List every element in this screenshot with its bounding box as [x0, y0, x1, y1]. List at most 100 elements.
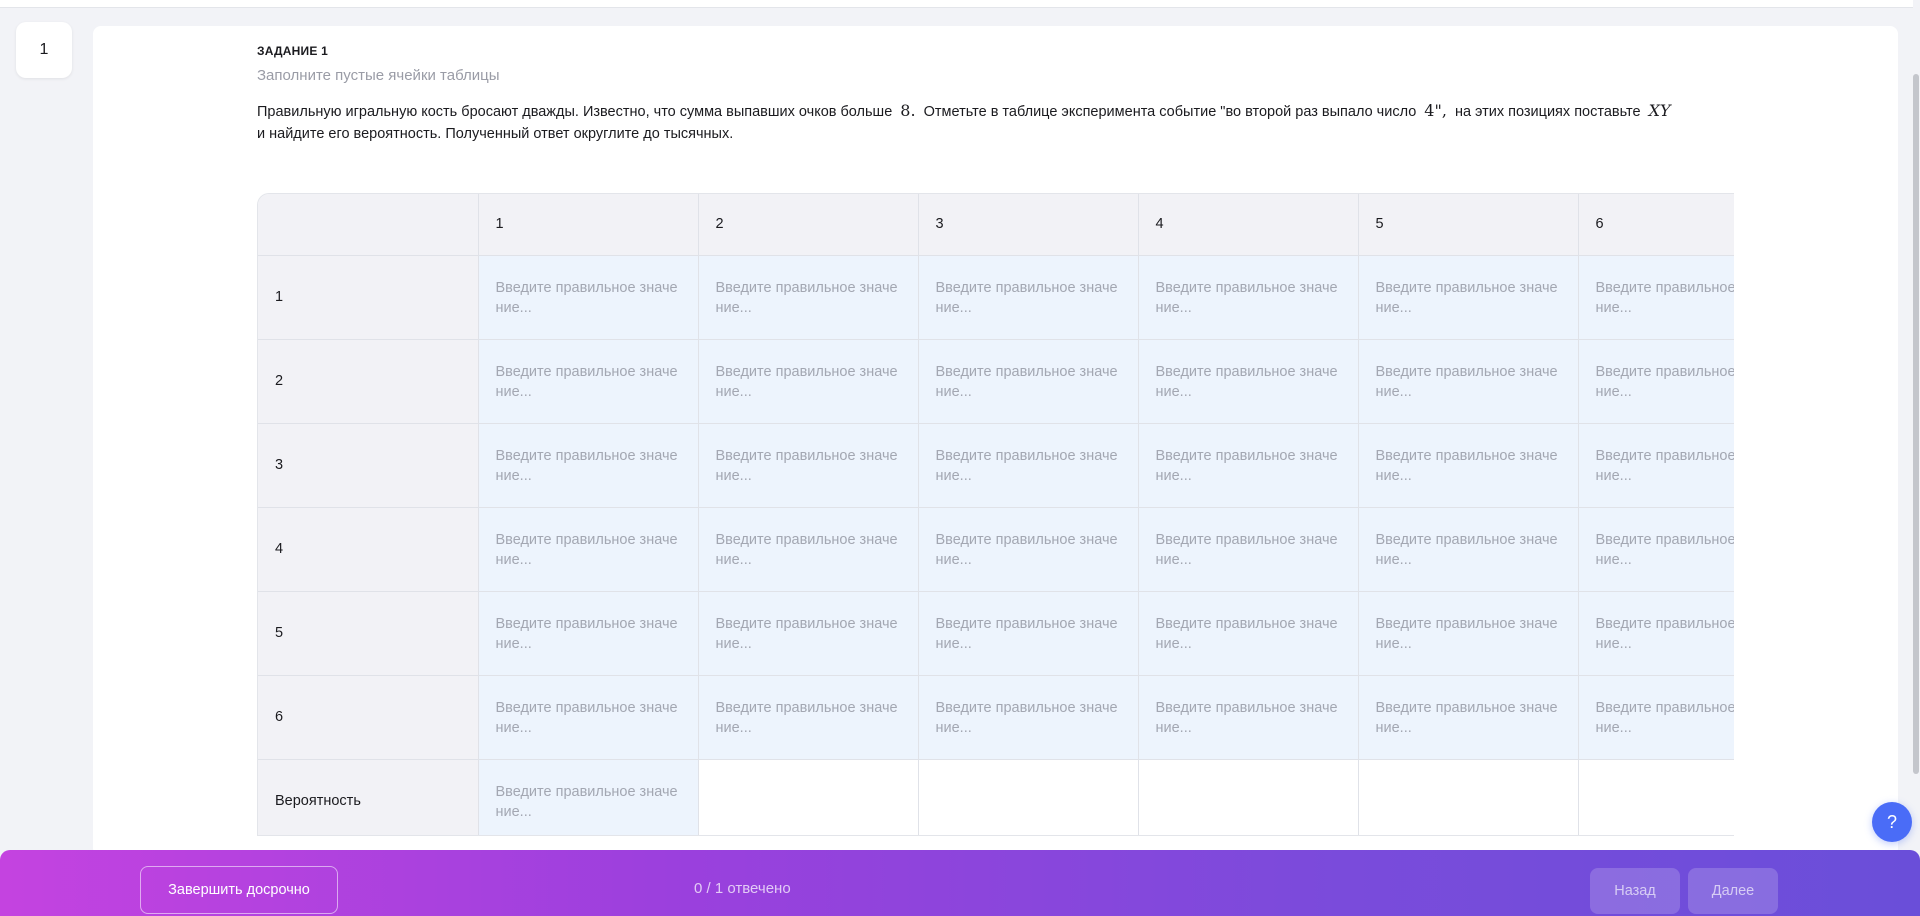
cell-input[interactable]	[918, 591, 1138, 675]
cell-input[interactable]	[1358, 591, 1578, 675]
table-cell	[1578, 591, 1734, 676]
cell-input[interactable]	[1578, 675, 1734, 759]
probability-row: Вероятность	[258, 759, 1734, 835]
table-cell	[698, 675, 919, 760]
table-cell	[478, 255, 699, 340]
answered-status: 0 / 1 отвечено	[694, 880, 791, 897]
cell-input[interactable]	[1138, 339, 1358, 423]
table-cell	[918, 339, 1139, 424]
table-cell	[1358, 675, 1579, 760]
table-cell	[1138, 339, 1359, 424]
cell-input[interactable]	[1578, 507, 1734, 591]
task-subtitle: Заполните пустые ячейки таблицы	[257, 67, 500, 84]
cell-input[interactable]	[918, 423, 1138, 507]
table-cell	[698, 423, 919, 508]
help-button[interactable]: ?	[1872, 802, 1912, 842]
cell-input[interactable]	[918, 675, 1138, 759]
table-row: 2	[258, 339, 1734, 424]
cell-input[interactable]	[1578, 591, 1734, 675]
empty-cell	[1138, 759, 1359, 835]
cell-input[interactable]	[698, 255, 918, 339]
scrollbar-thumb[interactable]	[1913, 74, 1919, 774]
table-cell	[698, 591, 919, 676]
table-cell	[1138, 675, 1359, 760]
table-cell	[1358, 423, 1579, 508]
cell-input[interactable]	[1138, 255, 1358, 339]
cell-input[interactable]	[1138, 675, 1358, 759]
table-cell	[918, 423, 1139, 508]
cell-input[interactable]	[478, 507, 698, 591]
table-cell	[1578, 255, 1734, 340]
column-header: 6	[1578, 194, 1734, 256]
math-mark: XY	[1648, 101, 1671, 120]
table-cell	[478, 591, 699, 676]
table-header-row: 1 2 3 4 5 6	[258, 194, 1734, 256]
cell-input[interactable]	[918, 507, 1138, 591]
top-strip	[0, 0, 1920, 8]
cell-input[interactable]	[478, 339, 698, 423]
cell-input[interactable]	[1578, 255, 1734, 339]
table-cell	[1138, 255, 1359, 340]
cell-input[interactable]	[1138, 507, 1358, 591]
cell-input[interactable]	[698, 507, 918, 591]
experiment-table: 1 2 3 4 5 6 1 2	[258, 194, 1734, 835]
row-label: 1	[258, 255, 479, 340]
table-row: 6	[258, 675, 1734, 760]
cell-input[interactable]	[1358, 423, 1578, 507]
table-cell	[1578, 423, 1734, 508]
task-heading: ЗАДАНИЕ 1	[257, 44, 328, 58]
cell-input[interactable]	[698, 675, 918, 759]
cell-input[interactable]	[1138, 423, 1358, 507]
cell-input[interactable]	[698, 591, 918, 675]
task-text-part1: Правильную игральную кость бросают дважд…	[257, 104, 893, 120]
cell-input[interactable]	[918, 255, 1138, 339]
probability-label: Вероятность	[258, 759, 479, 835]
empty-cell	[1358, 759, 1579, 835]
column-header: 3	[918, 194, 1139, 256]
column-header: 5	[1358, 194, 1579, 256]
cell-input[interactable]	[1358, 339, 1578, 423]
empty-cell	[918, 759, 1139, 835]
task-text-part2: Отметьте в таблице эксперимента событие …	[923, 104, 1417, 120]
task-statement: Правильную игральную кость бросают дважд…	[257, 100, 1737, 145]
question-icon: ?	[1886, 811, 1897, 832]
cell-input[interactable]	[1358, 507, 1578, 591]
cell-input[interactable]	[478, 675, 698, 759]
cell-input[interactable]	[1138, 591, 1358, 675]
column-header: 1	[478, 194, 699, 256]
cell-input[interactable]	[478, 591, 698, 675]
table-cell	[1578, 339, 1734, 424]
cell-input[interactable]	[1578, 423, 1734, 507]
row-label: 6	[258, 675, 479, 760]
table-cell	[1578, 507, 1734, 592]
back-button[interactable]: Назад	[1590, 868, 1680, 914]
cell-input[interactable]	[1578, 339, 1734, 423]
table-corner-cell	[258, 194, 479, 256]
table-cell	[1358, 591, 1579, 676]
task-nav-item-1[interactable]: 1	[16, 22, 72, 78]
cell-input[interactable]	[698, 423, 918, 507]
probability-input[interactable]	[478, 759, 698, 835]
table-cell	[918, 675, 1139, 760]
row-label: 4	[258, 507, 479, 592]
table-row: 1	[258, 255, 1734, 340]
table-cell	[1138, 591, 1359, 676]
bottom-action-bar: Завершить досрочно 0 / 1 отвечено Назад …	[0, 850, 1920, 916]
cell-input[interactable]	[478, 423, 698, 507]
cell-input[interactable]	[918, 339, 1138, 423]
cell-input[interactable]	[1358, 255, 1578, 339]
row-label: 5	[258, 591, 479, 676]
table-cell	[698, 507, 919, 592]
cell-input[interactable]	[478, 255, 698, 339]
experiment-table-wrapper: 1 2 3 4 5 6 1 2	[257, 193, 1734, 836]
row-label: 2	[258, 339, 479, 424]
table-cell	[1358, 339, 1579, 424]
empty-cell	[698, 759, 919, 835]
finish-early-button[interactable]: Завершить досрочно	[140, 866, 338, 914]
cell-input[interactable]	[698, 339, 918, 423]
task-text-part4: и найдите его вероятность. Полученный от…	[257, 126, 734, 142]
math-number: 4",	[1424, 101, 1447, 120]
cell-input[interactable]	[1358, 675, 1578, 759]
next-button[interactable]: Далее	[1688, 868, 1778, 914]
column-header: 2	[698, 194, 919, 256]
